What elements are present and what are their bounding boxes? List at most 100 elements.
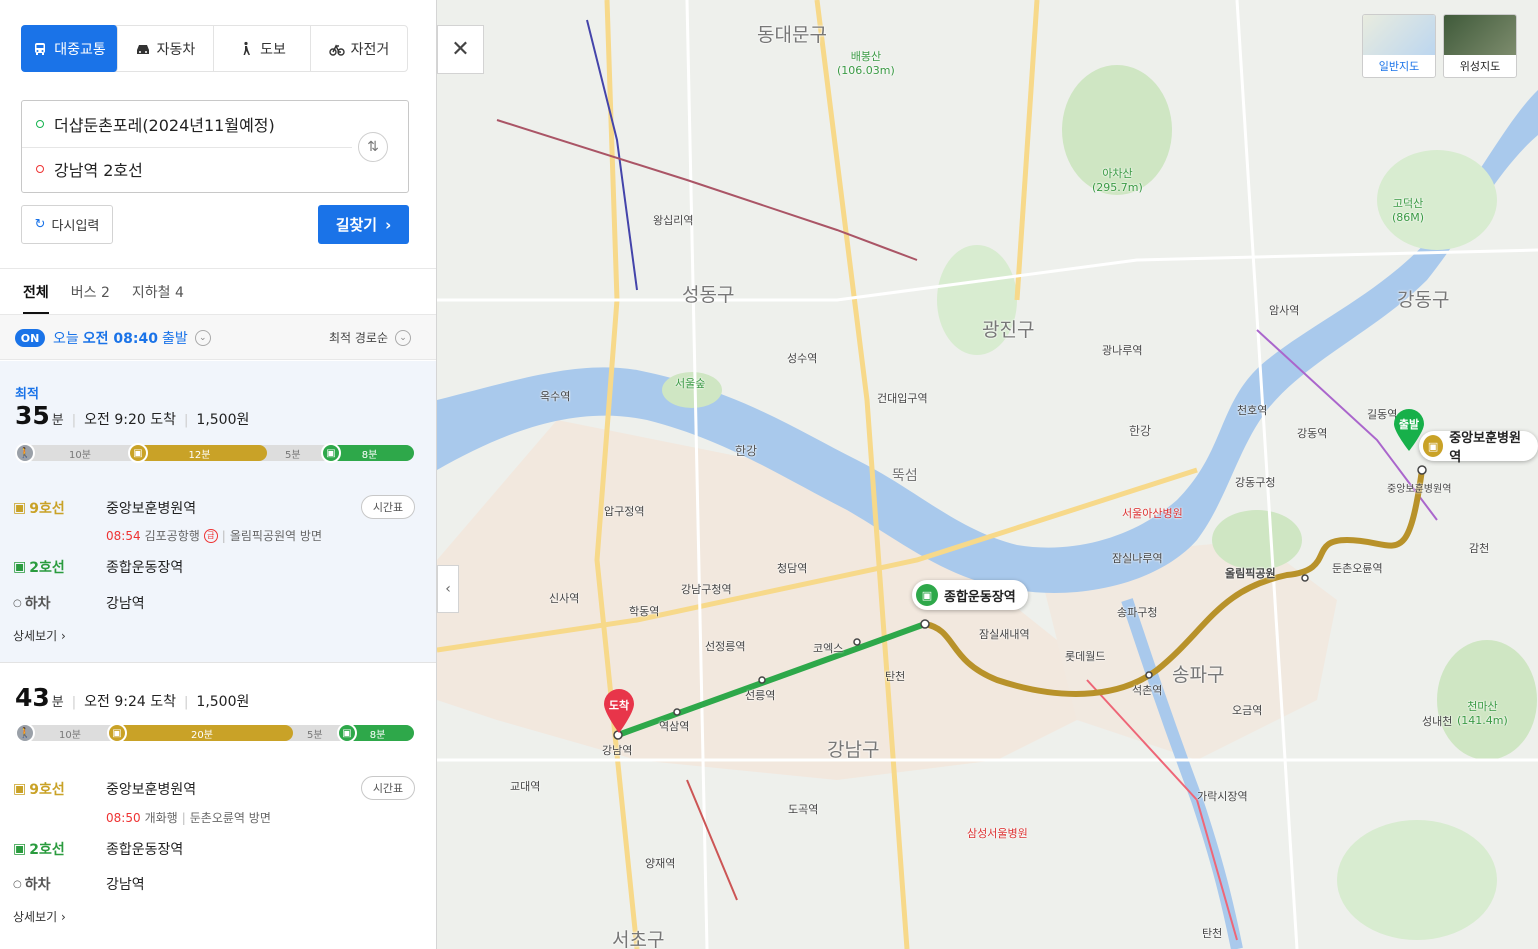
line9-segment: 20분 — [111, 725, 293, 741]
collapse-panel-button[interactable]: ‹ — [437, 565, 459, 613]
destination-field[interactable]: 강남역 2호선 — [36, 154, 143, 184]
normal-map-thumb — [1363, 15, 1435, 55]
map-canvas — [437, 0, 1538, 949]
station-label: 청담역 — [777, 562, 808, 575]
destination-marker[interactable]: 도착 — [602, 688, 636, 734]
swap-route-button[interactable]: ⇅ — [358, 132, 388, 162]
duration-minutes: 35 — [15, 401, 50, 430]
step-transfer: ▣ 2호선 종합운동장역 — [13, 557, 183, 577]
filter-tab-bus[interactable]: 버스 2 — [71, 270, 110, 314]
duration-minutes: 43 — [15, 683, 50, 712]
departure-suffix: 출발 — [161, 331, 188, 347]
chevron-right-icon: › — [61, 910, 66, 924]
station-label: 석촌역 — [1132, 684, 1163, 697]
train-direction: 개화행 — [144, 811, 178, 825]
detail-link[interactable]: 상세보기 › — [13, 627, 66, 644]
tab-walk[interactable]: 도보 — [214, 26, 311, 71]
station-label: 강남구청역 — [681, 583, 732, 596]
tab-bike[interactable]: 자전거 — [311, 26, 407, 71]
tab-transit-label: 대중교통 — [54, 41, 106, 58]
line2-segment-label: 8분 — [369, 729, 386, 741]
find-route-button[interactable]: 길찾기 › — [318, 205, 409, 244]
destination-text: 강남역 2호선 — [54, 161, 143, 180]
station-label: 역삼역 — [659, 720, 690, 733]
station-label: 학동역 — [629, 605, 660, 618]
tab-bike-label: 자전거 — [350, 41, 390, 58]
river-label: 한강 — [735, 444, 758, 458]
detail-link[interactable]: 상세보기 › — [13, 908, 66, 925]
close-panel-button[interactable]: ✕ — [437, 25, 484, 74]
timetable-button[interactable]: 시간표 — [361, 776, 415, 800]
subway-icon: ▣ — [13, 559, 27, 575]
stream-label: 성내천 — [1422, 715, 1453, 728]
station-label: 강남역 — [602, 744, 633, 757]
panel-divider — [0, 268, 436, 269]
mountain-label: 아차산 (295.7m) — [1092, 167, 1143, 194]
on-toggle[interactable]: ON — [15, 329, 45, 347]
filter-tab-all[interactable]: 전체 — [23, 270, 49, 314]
transfer-station-pill[interactable]: ▣ 종합운동장역 — [912, 580, 1028, 610]
station-label: 중앙보훈병원역 — [1387, 484, 1452, 495]
chevron-left-icon: ‹ — [445, 581, 451, 597]
tab-car-label: 자동차 — [156, 41, 196, 58]
line-name: 2호선 — [29, 560, 65, 576]
directions-panel: 대중교통 자동차 도보 자전거 더샵둔촌포레(2024년11월예정) 강남역 2… — [0, 0, 437, 949]
park-label: 올림픽공원 — [1225, 567, 1276, 580]
alight-label: ○ 하차 — [13, 874, 106, 894]
maptype-normal-button[interactable]: 일반지도 — [1362, 14, 1436, 78]
station-label: 성수역 — [787, 352, 818, 365]
mountain-label: 배봉산 (106.03m) — [837, 50, 895, 77]
subway-icon: ▣ — [128, 443, 148, 463]
station-label: 강동역 — [1297, 427, 1328, 440]
station-label: 천호역 — [1237, 404, 1268, 417]
arrival-time: 오전 9:24 도착 — [84, 694, 177, 710]
stream-label: 탄천 — [1202, 927, 1223, 940]
timetable-button[interactable]: 시간표 — [361, 495, 415, 519]
chevron-right-icon: › — [385, 215, 392, 234]
start-badge: 출발 — [1398, 418, 1420, 431]
route-summary: 35 분 | 오전 9:20 도착 | 1,500원 — [15, 401, 250, 430]
route-result-1[interactable]: 최적 35 분 | 오전 9:20 도착 | 1,500원 🚶 10분 12분 ▣… — [0, 361, 436, 663]
maptype-satellite-button[interactable]: 위성지도 — [1443, 14, 1517, 78]
maptype-satellite-label: 위성지도 — [1459, 60, 1501, 73]
reset-label: 다시입력 — [51, 219, 100, 234]
origin-field[interactable]: 더샵둔촌포레(2024년11월예정) — [36, 109, 275, 139]
mountain-label: 천마산 (141.4m) — [1457, 700, 1508, 727]
tab-transit[interactable]: 대중교통 — [21, 25, 118, 72]
line2-segment-label: 8분 — [361, 449, 378, 461]
subway-icon: ▣ — [107, 723, 127, 743]
step-board: ▣ 9호선 중앙보훈병원역 — [13, 498, 196, 518]
tab-car[interactable]: 자동차 — [117, 26, 214, 71]
map-view[interactable]: 동대문구 성동구 광진구 송파구 강남구 강동구 서초구 한강 한강 뚝섬 강남… — [437, 0, 1538, 949]
destination-badge: 도착 — [608, 699, 630, 712]
line-name: 9호선 — [29, 501, 65, 517]
train-toward: 둔촌오륜역 방면 — [189, 811, 271, 825]
detail-label: 상세보기 — [13, 910, 58, 924]
sort-selector[interactable]: 최적 경로순 ⌄ — [329, 329, 411, 346]
step-alight: ○ 하차 강남역 — [13, 593, 145, 613]
subway-icon: ▣ — [13, 841, 27, 857]
time-breakdown-bar: 🚶 10분 12분 ▣ 5분 8분 ▣ — [15, 443, 414, 463]
duration-unit: 분 — [51, 695, 64, 710]
station-label: 도곡역 — [788, 803, 819, 816]
subway-icon: ▣ — [916, 584, 938, 606]
destination-dot-icon — [36, 165, 44, 173]
subway-icon: ▣ — [321, 443, 341, 463]
station-name: 종합운동장역 — [106, 560, 184, 576]
station-name: 강남역 — [106, 877, 145, 893]
route-result-2[interactable]: 43 분 | 오전 9:24 도착 | 1,500원 🚶 10분 20분 ▣ 5분… — [0, 663, 436, 949]
station-label: 오금역 — [1232, 704, 1263, 717]
subway-icon: ▣ — [337, 723, 357, 743]
station-label: 양재역 — [645, 857, 676, 870]
reset-button[interactable]: ↻ 다시입력 — [21, 205, 113, 244]
district-label: 강동구 — [1397, 289, 1450, 311]
line-9-label: ▣ 9호선 — [13, 498, 106, 518]
departure-time-selector[interactable]: 오늘 오전 08:40 출발 ⌄ — [53, 328, 211, 348]
station-name: 강남역 — [106, 596, 145, 612]
departure-day: 오늘 — [53, 331, 79, 347]
station-label: 건대입구역 — [877, 392, 928, 405]
start-station-pill[interactable]: ▣ 중앙보훈병원역 — [1419, 431, 1538, 465]
alight-label: ○ 하차 — [13, 593, 106, 613]
time-breakdown-bar: 🚶 10분 20분 ▣ 5분 8분 ▣ — [15, 723, 414, 743]
filter-tab-subway[interactable]: 지하철 4 — [132, 270, 184, 314]
